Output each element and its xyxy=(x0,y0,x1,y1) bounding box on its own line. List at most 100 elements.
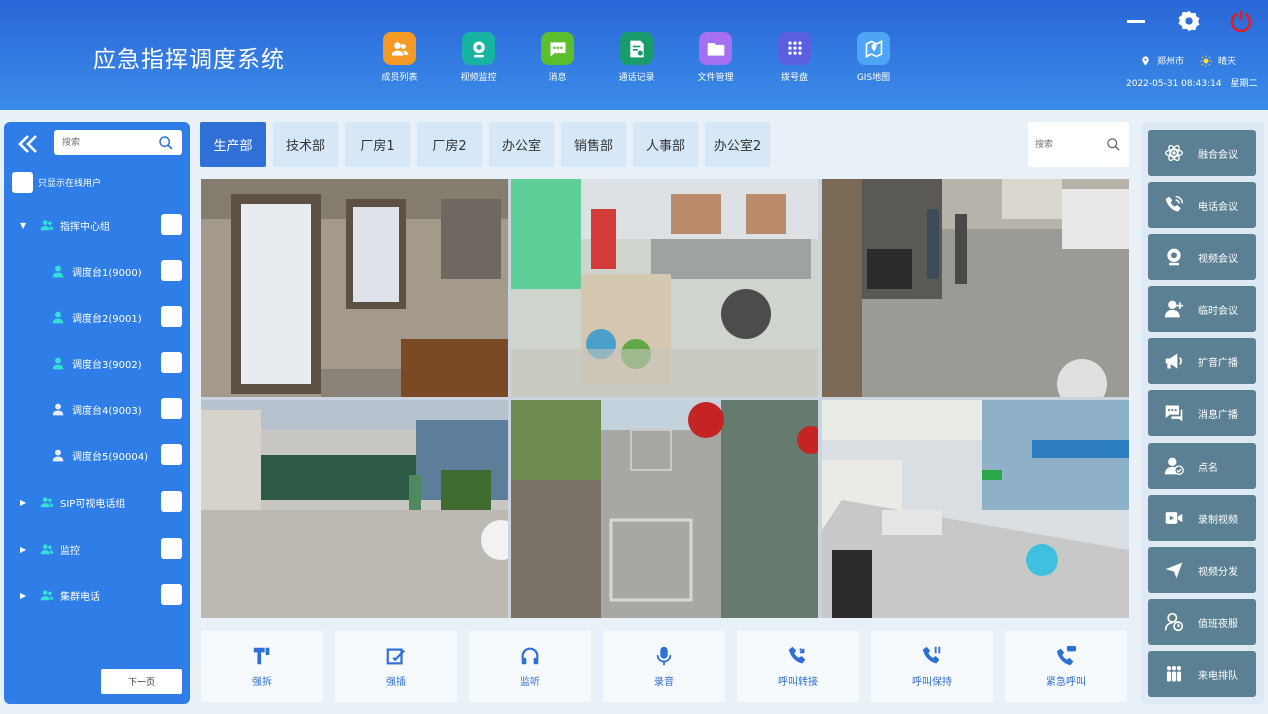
map-pin-icon xyxy=(857,32,890,65)
action-label: 强插 xyxy=(386,677,406,688)
function-label: 视频会议 xyxy=(1198,253,1238,265)
tab-plant-2[interactable]: 厂房2 xyxy=(417,122,482,167)
video-search-input[interactable] xyxy=(1028,122,1098,167)
tree-checkbox[interactable] xyxy=(161,352,182,373)
tree-user-row[interactable]: ▼ 调度台1(9000) xyxy=(4,260,190,282)
tree-checkbox[interactable] xyxy=(161,260,182,281)
nav-file-management[interactable]: 文件管理 xyxy=(676,32,755,83)
video-distribution-button[interactable]: 视频分发 xyxy=(1148,547,1256,593)
power-icon[interactable] xyxy=(1228,8,1254,34)
search-icon[interactable] xyxy=(158,135,174,155)
top-nav: 成员列表 视频监控 消息 通话记录 文件管理 拨号盘 GIS地图 xyxy=(360,32,913,83)
caret-right-icon[interactable]: ▶ xyxy=(20,498,30,507)
temporary-meeting-button[interactable]: 临时会议 xyxy=(1148,286,1256,332)
video-feed-office-room[interactable] xyxy=(201,179,508,397)
force-disconnect-button[interactable]: 强拆 xyxy=(201,631,323,702)
phone-conference-button[interactable]: 电话会议 xyxy=(1148,182,1256,228)
loudspeaker-broadcast-button[interactable]: 扩音广播 xyxy=(1148,338,1256,384)
queue-icon xyxy=(1164,664,1184,684)
weekday-value: 星期二 xyxy=(1230,79,1258,89)
next-page-button[interactable]: 下一页 xyxy=(101,669,182,694)
send-icon xyxy=(1164,560,1184,580)
tab-plant-1[interactable]: 厂房1 xyxy=(345,122,410,167)
tree-checkbox[interactable] xyxy=(161,584,182,605)
nav-messages[interactable]: 消息 xyxy=(518,32,597,83)
tree-checkbox[interactable] xyxy=(161,214,182,235)
tree-checkbox[interactable] xyxy=(161,444,182,465)
function-panel: 融合会议 电话会议 视频会议 临时会议 扩音广播 消息广播 点名 录制视频 视频… xyxy=(1141,122,1264,704)
tree-checkbox[interactable] xyxy=(161,306,182,327)
nav-members[interactable]: 成员列表 xyxy=(360,32,439,83)
tree-user-row[interactable]: ▼ 调度台5(90004) xyxy=(4,444,190,466)
tree-checkbox[interactable] xyxy=(161,538,182,559)
video-feed-sidewalk[interactable] xyxy=(511,400,818,618)
video-feed-service-desk[interactable] xyxy=(822,400,1129,618)
tab-office[interactable]: 办公室 xyxy=(489,122,554,167)
caret-right-icon[interactable]: ▶ xyxy=(20,545,30,554)
megaphone-icon xyxy=(1164,351,1184,371)
nav-call-records[interactable]: 通话记录 xyxy=(597,32,676,83)
tab-sales[interactable]: 销售部 xyxy=(561,122,626,167)
call-transfer-button[interactable]: 呼叫转接 xyxy=(737,631,859,702)
tree-user-row[interactable]: ▼ 调度台2(9001) xyxy=(4,306,190,328)
call-transfer-icon xyxy=(787,645,809,667)
record-button[interactable]: 录音 xyxy=(603,631,725,702)
message-broadcast-button[interactable]: 消息广播 xyxy=(1148,390,1256,436)
tab-production[interactable]: 生产部 xyxy=(200,122,266,167)
nav-label: 通话记录 xyxy=(618,73,655,83)
user-add-icon xyxy=(1164,299,1184,319)
nav-video-monitor[interactable]: 视频监控 xyxy=(439,32,518,83)
night-duty-button[interactable]: 值班夜服 xyxy=(1148,599,1256,645)
tree-group-trunk[interactable]: ▶ 集群电话 xyxy=(4,584,190,606)
tree-group-command-center[interactable]: ▼ 指挥中心组 xyxy=(4,214,190,236)
function-label: 视频分发 xyxy=(1198,566,1238,578)
tree-checkbox[interactable] xyxy=(161,491,182,512)
sun-icon xyxy=(1200,55,1212,67)
force-insert-button[interactable]: 强插 xyxy=(335,631,457,702)
fusion-meeting-button[interactable]: 融合会议 xyxy=(1148,130,1256,176)
force-disconnect-icon xyxy=(251,645,273,667)
location-pin-icon xyxy=(1140,55,1151,67)
caret-down-icon[interactable]: ▼ xyxy=(20,221,30,230)
search-icon[interactable] xyxy=(1106,137,1121,156)
nav-dialpad[interactable]: 拨号盘 xyxy=(755,32,834,83)
action-label: 强拆 xyxy=(252,677,272,688)
datetime: 2022-05-31 08:43:14 星期二 xyxy=(1126,76,1257,89)
function-label: 电话会议 xyxy=(1198,201,1238,213)
call-hold-button[interactable]: 呼叫保持 xyxy=(871,631,993,702)
nav-gis-map[interactable]: GIS地图 xyxy=(834,32,913,83)
double-chevron-left-icon[interactable] xyxy=(16,132,40,156)
dialpad-icon xyxy=(778,32,811,65)
tab-technology[interactable]: 技术部 xyxy=(273,122,338,167)
tab-hr[interactable]: 人事部 xyxy=(633,122,698,167)
minimize-icon[interactable] xyxy=(1123,8,1149,34)
online-only-checkbox[interactable] xyxy=(12,172,33,193)
caret-right-icon[interactable]: ▶ xyxy=(20,591,30,600)
datetime-value: 2022-05-31 08:43:14 xyxy=(1126,79,1222,89)
nav-label: 成员列表 xyxy=(381,73,418,83)
action-label: 紧急呼叫 xyxy=(1046,677,1086,688)
tree-search-input[interactable] xyxy=(54,130,154,156)
roll-call-button[interactable]: 点名 xyxy=(1148,443,1256,489)
tab-office-2[interactable]: 办公室2 xyxy=(705,122,770,167)
action-label: 呼叫转接 xyxy=(778,677,818,688)
app-title: 应急指挥调度系统 xyxy=(93,47,285,73)
group-icon xyxy=(40,542,54,556)
call-queue-button[interactable]: 来电排队 xyxy=(1148,651,1256,697)
tree-user-row[interactable]: ▼ 调度台4(9003) xyxy=(4,398,190,420)
record-video-button[interactable]: 录制视频 xyxy=(1148,495,1256,541)
tree-user-row[interactable]: ▼ 调度台3(9002) xyxy=(4,352,190,374)
video-conference-button[interactable]: 视频会议 xyxy=(1148,234,1256,280)
tree-checkbox[interactable] xyxy=(161,398,182,419)
emergency-call-button[interactable]: 紧急呼叫 xyxy=(1005,631,1127,702)
gear-icon[interactable] xyxy=(1176,8,1202,34)
listen-button[interactable]: 监听 xyxy=(469,631,591,702)
tree-search-box xyxy=(54,130,182,156)
video-feed-street[interactable] xyxy=(822,179,1129,397)
video-feed-gate[interactable] xyxy=(201,400,508,618)
tree-group-monitor[interactable]: ▶ 监控 xyxy=(4,538,190,560)
tree-group-sip[interactable]: ▶ SIP可视电话组 xyxy=(4,491,190,513)
user-online-icon xyxy=(52,356,66,370)
video-feed-kitchen[interactable] xyxy=(511,179,818,397)
chat-icon xyxy=(1164,403,1184,423)
